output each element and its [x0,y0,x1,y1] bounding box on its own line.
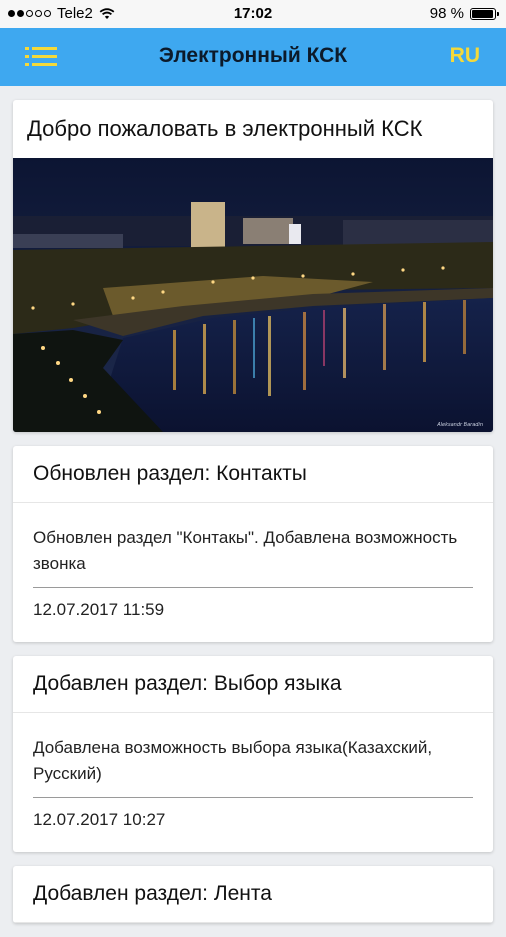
status-right: 98 % [429,5,499,22]
city-night-photo: Aleksandr Baradin [13,158,493,432]
news-date: 12.07.2017 11:59 [33,600,165,619]
news-title: Добавлен раздел: Лента [13,866,493,923]
news-title: Добавлен раздел: Выбор языка [13,656,493,713]
news-card[interactable]: Обновлен раздел: Контакты Обновлен разде… [13,446,493,642]
news-body: Обновлен раздел "Контакы". Добавлена воз… [33,528,458,573]
status-bar: Tele2 17:02 98 % [0,0,506,28]
news-card[interactable]: Добавлен раздел: Лента [13,866,493,923]
app-bar: Электронный КСК RU [0,28,506,86]
battery-percent: 98 % [429,5,464,22]
battery-icon [470,7,499,20]
news-date: 12.07.2017 10:27 [33,810,166,829]
battery-level [472,9,493,18]
news-body: Добавлена возможность выбора языка(Казах… [33,738,433,783]
news-card[interactable]: Добавлен раздел: Выбор языка Добавлена в… [13,656,493,852]
image-caption: Aleksandr Baradin [436,422,483,428]
news-feed: Добро пожаловать в электронный КСК Aleks… [13,100,493,937]
welcome-title: Добро пожаловать в электронный КСК [27,116,423,141]
welcome-card: Добро пожаловать в электронный КСК Aleks… [13,100,493,432]
news-title: Обновлен раздел: Контакты [13,446,493,503]
app-title: Электронный КСК [158,44,348,67]
language-button[interactable]: RU [450,44,480,68]
